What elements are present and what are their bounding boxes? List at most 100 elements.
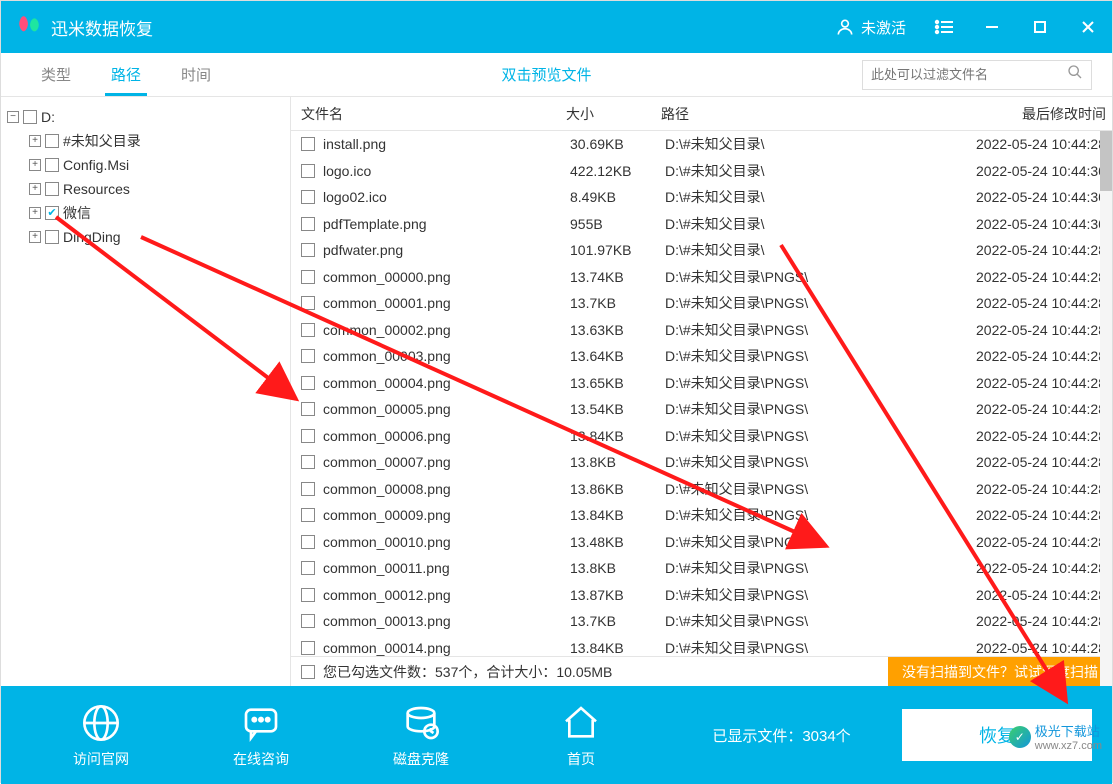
bottom-item-home[interactable]: 首页 xyxy=(501,701,661,769)
table-row[interactable]: common_00011.png 13.8KB D:\#未知父目录\PNGS\ … xyxy=(291,555,1112,582)
table-row[interactable]: common_00014.png 13.84KB D:\#未知父目录\PNGS\… xyxy=(291,635,1112,657)
tree-item-checkbox[interactable] xyxy=(45,230,59,244)
collapse-icon[interactable]: − xyxy=(7,111,19,123)
filter-input[interactable] xyxy=(871,67,1067,82)
expand-icon[interactable]: + xyxy=(29,159,41,171)
tree-drive-row[interactable]: − D: xyxy=(7,105,284,129)
cell-date: 2022-05-24 10:44:28 xyxy=(937,613,1112,629)
tree-drive-checkbox[interactable] xyxy=(23,110,37,124)
tab-path[interactable]: 路径 xyxy=(91,53,161,96)
table-row[interactable]: logo.ico 422.12KB D:\#未知父目录\ 2022-05-24 … xyxy=(291,158,1112,185)
cell-date: 2022-05-24 10:44:28 xyxy=(937,375,1112,391)
tree-drive-label[interactable]: D: xyxy=(41,109,55,125)
scroll-thumb[interactable] xyxy=(1100,131,1112,191)
table-row[interactable]: common_00013.png 13.7KB D:\#未知父目录\PNGS\ … xyxy=(291,608,1112,635)
cell-name: common_00011.png xyxy=(323,560,570,576)
tab-time[interactable]: 时间 xyxy=(161,53,231,96)
row-checkbox[interactable] xyxy=(301,561,315,575)
vertical-scrollbar[interactable] xyxy=(1100,131,1112,686)
table-row[interactable]: common_00005.png 13.54KB D:\#未知父目录\PNGS\… xyxy=(291,396,1112,423)
tree-item-checkbox[interactable] xyxy=(45,206,59,220)
tree-item[interactable]: + Resources xyxy=(7,177,284,201)
table-row[interactable]: common_00006.png 13.84KB D:\#未知父目录\PNGS\… xyxy=(291,423,1112,450)
recover-button[interactable]: 恢复 xyxy=(902,709,1092,761)
row-checkbox[interactable] xyxy=(301,349,315,363)
cell-path: D:\#未知父目录\PNGS\ xyxy=(665,426,937,446)
filter-box[interactable] xyxy=(862,60,1092,90)
row-checkbox[interactable] xyxy=(301,455,315,469)
col-header-size[interactable]: 大小 xyxy=(566,104,661,124)
maximize-button[interactable] xyxy=(1016,1,1064,53)
table-row[interactable]: logo02.ico 8.49KB D:\#未知父目录\ 2022-05-24 … xyxy=(291,184,1112,211)
table-row[interactable]: pdfwater.png 101.97KB D:\#未知父目录\ 2022-05… xyxy=(291,237,1112,264)
row-checkbox[interactable] xyxy=(301,429,315,443)
row-checkbox[interactable] xyxy=(301,217,315,231)
row-checkbox[interactable] xyxy=(301,323,315,337)
user-status-button[interactable]: 未激活 xyxy=(835,17,906,38)
row-checkbox[interactable] xyxy=(301,190,315,204)
home-icon xyxy=(561,701,601,745)
search-icon[interactable] xyxy=(1067,64,1083,85)
expand-icon[interactable]: + xyxy=(29,183,41,195)
row-checkbox[interactable] xyxy=(301,402,315,416)
table-row[interactable]: common_00003.png 13.64KB D:\#未知父目录\PNGS\… xyxy=(291,343,1112,370)
row-checkbox[interactable] xyxy=(301,137,315,151)
table-row[interactable]: common_00008.png 13.86KB D:\#未知父目录\PNGS\… xyxy=(291,476,1112,503)
table-row[interactable]: common_00010.png 13.48KB D:\#未知父目录\PNGS\… xyxy=(291,529,1112,556)
cell-name: common_00012.png xyxy=(323,587,570,603)
row-checkbox[interactable] xyxy=(301,243,315,257)
table-row[interactable]: install.png 30.69KB D:\#未知父目录\ 2022-05-2… xyxy=(291,131,1112,158)
row-checkbox[interactable] xyxy=(301,508,315,522)
tree-pane: − D: + #未知父目录 + Config.Msi + Resources +… xyxy=(1,97,291,686)
table-row[interactable]: common_00000.png 13.74KB D:\#未知父目录\PNGS\… xyxy=(291,264,1112,291)
tree-item-checkbox[interactable] xyxy=(45,158,59,172)
table-row[interactable]: common_00009.png 13.84KB D:\#未知父目录\PNGS\… xyxy=(291,502,1112,529)
row-checkbox[interactable] xyxy=(301,296,315,310)
row-checkbox[interactable] xyxy=(301,535,315,549)
col-header-date[interactable]: 最后修改时间 xyxy=(937,104,1112,124)
table-row[interactable]: common_00001.png 13.7KB D:\#未知父目录\PNGS\ … xyxy=(291,290,1112,317)
bottom-item-chat[interactable]: 在线咨询 xyxy=(181,701,341,769)
row-checkbox[interactable] xyxy=(301,641,315,655)
tree-item-label[interactable]: 微信 xyxy=(63,203,91,223)
expand-icon[interactable]: + xyxy=(29,231,41,243)
tree-item-checkbox[interactable] xyxy=(45,134,59,148)
table-row[interactable]: common_00012.png 13.87KB D:\#未知父目录\PNGS\… xyxy=(291,582,1112,609)
tree-item-label[interactable]: Resources xyxy=(63,181,130,197)
row-checkbox[interactable] xyxy=(301,588,315,602)
table-row[interactable]: common_00007.png 13.8KB D:\#未知父目录\PNGS\ … xyxy=(291,449,1112,476)
close-button[interactable] xyxy=(1064,1,1112,53)
minimize-button[interactable] xyxy=(968,1,1016,53)
expand-icon[interactable]: + xyxy=(29,207,41,219)
row-checkbox[interactable] xyxy=(301,376,315,390)
col-header-path[interactable]: 路径 xyxy=(661,104,937,124)
deep-scan-button[interactable]: 没有扫描到文件？试试深度扫描 xyxy=(888,657,1112,686)
menu-button[interactable] xyxy=(920,1,968,53)
select-all-checkbox[interactable] xyxy=(301,665,315,679)
cell-date: 2022-05-24 10:44:28 xyxy=(937,560,1112,576)
tree-item[interactable]: + #未知父目录 xyxy=(7,129,284,153)
tree-item-checkbox[interactable] xyxy=(45,182,59,196)
tree-item[interactable]: + 微信 xyxy=(7,201,284,225)
row-checkbox[interactable] xyxy=(301,164,315,178)
col-header-name[interactable]: 文件名 xyxy=(291,104,566,124)
tree-item-label[interactable]: DingDing xyxy=(63,229,121,245)
tree-item-label[interactable]: #未知父目录 xyxy=(63,131,141,151)
table-row[interactable]: common_00004.png 13.65KB D:\#未知父目录\PNGS\… xyxy=(291,370,1112,397)
bottom-item-clone[interactable]: 磁盘克隆 xyxy=(341,701,501,769)
bottom-item-website[interactable]: 访问官网 xyxy=(21,701,181,769)
row-checkbox[interactable] xyxy=(301,482,315,496)
table-row[interactable]: pdfTemplate.png 955B D:\#未知父目录\ 2022-05-… xyxy=(291,211,1112,238)
preview-hint: 双击预览文件 xyxy=(502,64,592,85)
row-checkbox[interactable] xyxy=(301,270,315,284)
main-area: − D: + #未知父目录 + Config.Msi + Resources +… xyxy=(1,97,1112,686)
tab-type[interactable]: 类型 xyxy=(21,53,91,96)
expand-icon[interactable]: + xyxy=(29,135,41,147)
tree-item-label[interactable]: Config.Msi xyxy=(63,157,129,173)
cell-path: D:\#未知父目录\PNGS\ xyxy=(665,611,937,631)
title-bar: 迅米数据恢复 未激活 xyxy=(1,1,1112,53)
row-checkbox[interactable] xyxy=(301,614,315,628)
tree-item[interactable]: + DingDing xyxy=(7,225,284,249)
tree-item[interactable]: + Config.Msi xyxy=(7,153,284,177)
table-row[interactable]: common_00002.png 13.63KB D:\#未知父目录\PNGS\… xyxy=(291,317,1112,344)
